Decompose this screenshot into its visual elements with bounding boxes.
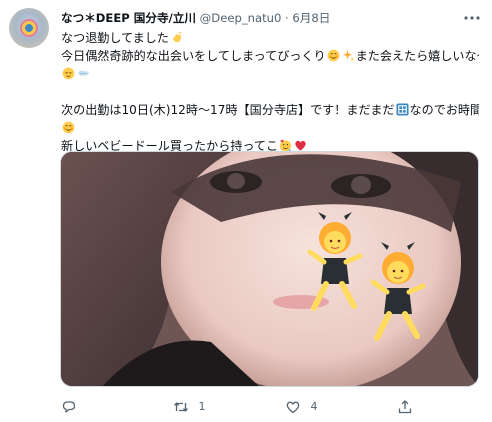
retweet-count: 1 — [198, 400, 206, 413]
tweet-card[interactable]: なつ＊DEEP 国分寺/立川 @Deep_natu0 · 6月8日 なつ退勤して… — [0, 0, 492, 422]
tweet-text: なつ退勤してました 今日偶然奇跡的な出会いをしてしまってびっくり また会えたら嬉し… — [61, 29, 479, 155]
avatar-flower-image — [20, 19, 38, 37]
relieved-face-emoji-icon — [62, 67, 75, 80]
tweet-header: なつ＊DEEP 国分寺/立川 @Deep_natu0 · 6月8日 — [61, 8, 330, 28]
sparkles-emoji-icon — [342, 49, 355, 62]
reply-icon — [62, 401, 76, 413]
header-separator: · — [285, 11, 289, 25]
tweet-line-6 — [61, 119, 479, 137]
like-button[interactable]: 4 — [285, 397, 318, 417]
smiling-face-emoji-icon — [62, 121, 75, 134]
reply-button[interactable] — [61, 397, 83, 417]
tweet-date[interactable]: 6月8日 — [292, 11, 330, 25]
retweet-button[interactable]: 1 — [173, 397, 206, 417]
tweet-line-3 — [61, 65, 479, 83]
avatar[interactable] — [9, 8, 49, 48]
tweet-line-1: なつ退勤してました — [61, 29, 479, 47]
share-icon — [398, 400, 412, 414]
tweet-photo[interactable] — [60, 151, 479, 387]
smiling-face-emoji-icon — [327, 49, 339, 62]
tweet-line-4: 次の出勤は10日(木)12時～17時【国分寺店】です！まだまだなのでお時間ありま… — [61, 103, 479, 117]
photo-content — [61, 152, 478, 386]
author-handle[interactable]: @Deep_natu0 — [200, 11, 282, 25]
wind-face-emoji-icon — [77, 70, 90, 76]
more-horizontal-icon[interactable] — [462, 8, 482, 28]
vacancy-sign-emoji-icon — [395, 103, 409, 116]
tweet-actions: 1 4 — [61, 397, 481, 417]
tweet-line-2: 今日偶然奇跡的な出会いをしてしまってびっくり また会えたら嬉しいな～ — [61, 49, 479, 63]
like-count: 4 — [310, 400, 318, 413]
retweet-icon — [173, 402, 189, 412]
share-button[interactable] — [397, 397, 413, 417]
author-display-name[interactable]: なつ＊DEEP 国分寺/立川 — [61, 11, 196, 25]
clap-emoji-icon — [172, 31, 182, 43]
heart-icon — [286, 401, 300, 414]
